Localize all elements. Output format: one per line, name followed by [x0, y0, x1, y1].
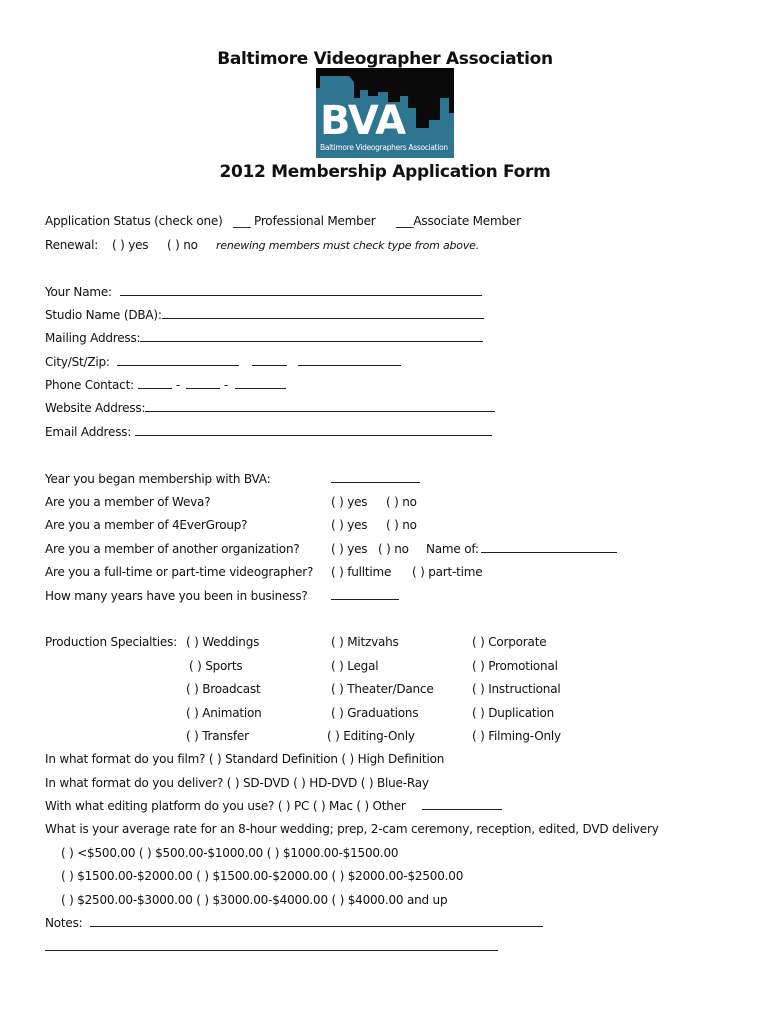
mailing-field[interactable] [140, 330, 483, 342]
notes-label: Notes: [45, 916, 83, 930]
specialty-option[interactable]: ( ) Filming-Only [472, 729, 561, 743]
status-label: Application Status (check one) [45, 214, 223, 228]
deliver-format-question[interactable]: In what format do you deliver? ( ) SD-DV… [45, 776, 429, 790]
fulltime-label: Are you a full-time or part-time videogr… [45, 565, 314, 579]
state-field[interactable] [252, 354, 287, 366]
specialty-option[interactable]: ( ) Animation [186, 706, 262, 720]
weva-label: Are you a member of Weva? [45, 495, 211, 509]
specialty-option[interactable]: ( ) Duplication [472, 706, 554, 720]
phone-separator: - [176, 378, 181, 392]
bva-logo: BVA Baltimore Videographers Association [316, 68, 454, 158]
form-title: 2012 Membership Application Form [219, 162, 551, 182]
rate-question: What is your average rate for an 8-hour … [45, 822, 659, 836]
phone-label: Phone Contact: [45, 378, 134, 392]
mailing-label: Mailing Address: [45, 331, 141, 345]
editing-other-field[interactable] [422, 798, 502, 810]
name-field[interactable] [120, 284, 482, 296]
specialty-option[interactable]: ( ) Transfer [186, 729, 249, 743]
specialty-option[interactable]: ( ) Promotional [472, 659, 558, 673]
name-label: Your Name: [45, 285, 112, 299]
specialty-option[interactable]: ( ) Weddings [186, 635, 259, 649]
specialty-option[interactable]: ( ) Legal [331, 659, 379, 673]
email-field[interactable] [135, 424, 492, 436]
year-label: Year you began membership with BVA: [45, 472, 271, 486]
associate-member-option[interactable]: ___Associate Member [396, 214, 521, 228]
specialty-option[interactable]: ( ) Instructional [472, 682, 561, 696]
studio-label: Studio Name (DBA): [45, 308, 162, 322]
specialty-option[interactable]: ( ) Editing-Only [327, 729, 415, 743]
renewal-yes-option[interactable]: ( ) yes [112, 238, 149, 252]
renewal-note: renewing members must check type from ab… [216, 239, 479, 252]
forevergroup-no-option[interactable]: ( ) no [386, 518, 417, 532]
editing-platform-question[interactable]: With what editing platform do you use? (… [45, 799, 406, 813]
weva-yes-option[interactable]: ( ) yes [331, 495, 368, 509]
zip-field[interactable] [298, 354, 401, 366]
rate-options-row[interactable]: ( ) $2500.00-$3000.00 ( ) $3000.00-$4000… [61, 893, 448, 907]
rate-options-row[interactable]: ( ) $1500.00-$2000.00 ( ) $1500.00-$2000… [61, 869, 463, 883]
other-org-yes-option[interactable]: ( ) yes [331, 542, 368, 556]
film-format-question[interactable]: In what format do you film? ( ) Standard… [45, 752, 444, 766]
notes-field-line1[interactable] [90, 915, 543, 927]
other-org-name-field[interactable] [481, 541, 617, 553]
other-org-no-option[interactable]: ( ) no [378, 542, 409, 556]
website-field[interactable] [145, 400, 495, 412]
specialty-option[interactable]: ( ) Corporate [472, 635, 547, 649]
parttime-option[interactable]: ( ) part-time [412, 565, 483, 579]
logo-text: BVA [320, 98, 406, 144]
forevergroup-label: Are you a member of 4EverGroup? [45, 518, 248, 532]
website-label: Website Address: [45, 401, 146, 415]
years-in-business-field[interactable] [331, 588, 399, 600]
city-label: City/St/Zip: [45, 355, 110, 369]
specialty-option[interactable]: ( ) Mitzvahs [331, 635, 399, 649]
fulltime-option[interactable]: ( ) fulltime [331, 565, 391, 579]
studio-field[interactable] [162, 307, 484, 319]
professional-member-option[interactable]: ___ Professional Member [233, 214, 376, 228]
email-label: Email Address: [45, 425, 132, 439]
years-in-business-label: How many years have you been in business… [45, 589, 308, 603]
weva-no-option[interactable]: ( ) no [386, 495, 417, 509]
city-field[interactable] [117, 354, 239, 366]
phone-line-field[interactable] [235, 377, 286, 389]
specialty-option[interactable]: ( ) Sports [189, 659, 243, 673]
rate-options-row[interactable]: ( ) <$500.00 ( ) $500.00-$1000.00 ( ) $1… [61, 846, 399, 860]
specialty-option[interactable]: ( ) Broadcast [186, 682, 261, 696]
org-title: Baltimore Videographer Association [217, 49, 553, 69]
specialties-label: Production Specialties: [45, 635, 178, 649]
year-field[interactable] [331, 471, 420, 483]
other-org-label: Are you a member of another organization… [45, 542, 300, 556]
phone-prefix-field[interactable] [186, 377, 220, 389]
phone-separator: - [224, 378, 229, 392]
specialty-option[interactable]: ( ) Theater/Dance [331, 682, 434, 696]
renewal-no-option[interactable]: ( ) no [167, 238, 198, 252]
logo-subtext: Baltimore Videographers Association [320, 143, 448, 152]
forevergroup-yes-option[interactable]: ( ) yes [331, 518, 368, 532]
renewal-label: Renewal: [45, 238, 99, 252]
notes-field-line2[interactable] [45, 939, 498, 951]
specialty-option[interactable]: ( ) Graduations [331, 706, 419, 720]
other-org-name-label: Name of: [426, 542, 479, 556]
phone-area-field[interactable] [138, 377, 172, 389]
